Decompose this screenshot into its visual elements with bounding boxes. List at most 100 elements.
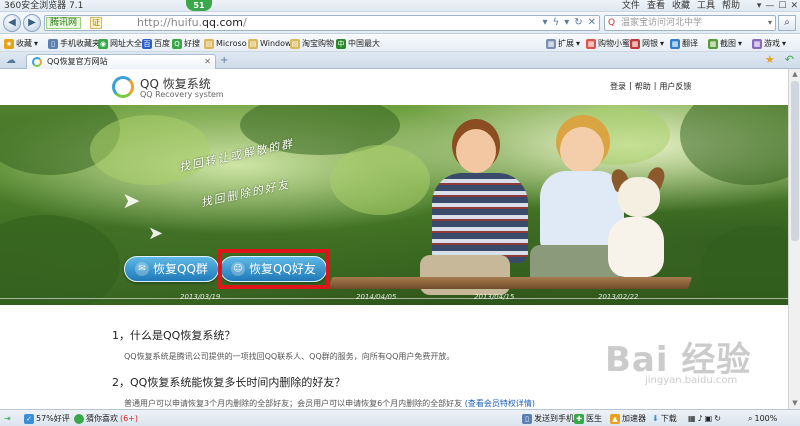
download-label: 下载 [660,414,677,423]
help-link[interactable]: 帮助 [635,81,651,92]
online-banking-button[interactable]: ▦ 网银 ▾ [630,37,664,50]
bench-shape [327,277,693,289]
shopping-assistant-button[interactable]: ▦ 购物小蜜 [586,37,630,50]
history-dropdown-icon[interactable]: ▾ [543,16,548,30]
scroll-up-icon[interactable]: ▲ [789,69,800,80]
search-input[interactable]: 温家宝访问河北中学 [621,16,702,30]
menu-view[interactable]: 查看 [647,0,665,12]
window-buttons: ▾ — ☐ ✕ [757,0,798,12]
download-icon: ⬇ [652,414,659,423]
site-identity-badge[interactable]: 腾讯网 [46,17,82,29]
recover-group-button[interactable]: ✉ 恢复QQ群 [124,256,219,282]
fav-item-china[interactable]: 中中国最大 [336,37,380,50]
cloud-icon[interactable]: ☁ [6,54,16,67]
fav-item-taobao[interactable]: ▤ 淘宝购物 [290,37,334,50]
sidebar-toggle-icon[interactable]: ⇥ [4,412,11,425]
rating-button[interactable]: ✓ 57%好评 [24,412,70,425]
shield-icon: ✚ [574,413,584,424]
menu-favorites[interactable]: 收藏 [672,0,690,12]
tab-bar: ☁ QQ恢复官方网站 ✕ + ★ ↶ [0,52,800,69]
separator: | [653,81,657,90]
menu-help[interactable]: 帮助 [722,0,740,12]
new-tab-icon[interactable]: + [220,54,228,67]
minimize-icon[interactable]: — [765,0,774,12]
folder-icon: ▤ [204,38,214,49]
mode-dropdown-icon[interactable]: ▾ [564,16,569,30]
search-box[interactable]: Q 温家宝访问河北中学 ▾ [604,15,776,31]
fav-item-windows[interactable]: ▤ Window [248,37,292,50]
fav-item-directory[interactable]: ◉ 网址大全 [98,37,142,50]
grid-icon[interactable]: ▦ [688,412,696,425]
arrow-right-icon: ▶ [28,17,36,28]
chevron-down-icon: ▾ [576,39,581,48]
guess-you-like-button[interactable]: 猜你喜欢 (6+) [74,412,138,425]
thumbs-up-icon: ✓ [24,413,34,424]
accelerator-button[interactable]: ▲ 加速器 [610,412,646,425]
close-icon[interactable]: ✕ [790,0,798,12]
maximize-icon[interactable]: ☐ [778,0,786,12]
hero-banner: 找回转让或解散的群 找回删除的好友 ➤ ➤ ✉ 恢复QQ群 ☺ 恢复QQ好友 2… [0,105,788,305]
address-bar[interactable]: 腾讯网 证 http://huifu.qq.com/ ▾ ϟ ▾ ↻ ✕ [44,15,600,31]
fav-label: 淘宝购物 [302,39,334,48]
tab-label: QQ恢复官方网站 [47,57,108,66]
extensions-button[interactable]: ▦ 扩展 ▾ [546,37,580,50]
chevron-down-icon[interactable]: ▾ [768,16,772,30]
qq-recovery-logo-icon[interactable] [112,76,134,98]
url-suffix: / [243,16,247,29]
folder-icon: ▤ [290,38,300,49]
certificate-icon[interactable]: 证 [90,17,102,29]
sound-icon[interactable]: ♪ [698,412,703,425]
send-to-phone-button[interactable]: ▯ 发送到手机 [522,412,574,425]
screenshot-button[interactable]: ▦ 截图 ▾ [708,37,742,50]
web-page: QQ 恢复系统 QQ Recovery system 登录 | 帮助 | 用户反馈 … [0,69,788,409]
star-icon: ★ [4,38,14,49]
site-subtitle: QQ Recovery system [140,90,224,99]
doctor-button[interactable]: ✚ 医生 [574,412,602,425]
favorites-menu[interactable]: ★ 收藏 ▾ [4,37,38,50]
watermark-url: jingyan.baidu.com [645,375,738,386]
vip-privilege-link[interactable]: (查看会员特权详情) [465,399,535,408]
boy-shorts-shape [420,255,510,295]
menu-tools[interactable]: 工具 [697,0,715,12]
doctor-label: 医生 [586,414,602,423]
speed-mode-icon[interactable]: ϟ [553,16,560,30]
refresh-icon[interactable]: ↻ [574,16,582,30]
window-icon[interactable]: ▣ [705,412,713,425]
back-button[interactable]: ◀ [3,14,21,32]
score-badge[interactable]: 51 [186,0,212,11]
navigation-bar: ◀ ▶ 腾讯网 证 http://huifu.qq.com/ ▾ ϟ ▾ ↻ ✕… [0,12,800,34]
stop-icon[interactable]: ✕ [588,16,596,30]
translate-button[interactable]: ▦ 翻译 [670,37,698,50]
search-engine-icon[interactable]: Q [608,17,615,29]
fav-item-baidu[interactable]: 百百度 [142,37,170,50]
globe-icon: ◉ [98,38,108,49]
boy-face-shape [560,127,604,173]
zoom-control[interactable]: ⌕ 100% [748,412,777,425]
rating-label: 57%好评 [36,414,70,423]
undo-arrow-icon[interactable]: ↶ [785,53,794,67]
star-icon[interactable]: ★ [765,53,775,67]
games-button[interactable]: ▦ 游戏 ▾ [752,37,786,50]
fav-item-microsoft[interactable]: ▤ Microso [204,37,247,50]
close-icon[interactable]: ✕ [204,55,211,69]
chevron-down-icon[interactable]: ▾ [757,0,762,12]
scroll-down-icon[interactable]: ▼ [789,398,800,409]
fav-label: Microso [216,39,247,48]
watermark-logo-text: Bai 经验 [605,340,752,380]
forward-button[interactable]: ▶ [23,14,41,32]
fav-item-mobile[interactable]: ▯ 手机收藏夹 [48,37,100,50]
foliage-shape [0,215,120,305]
url-text[interactable]: http://huifu.qq.com/ [137,16,247,30]
feedback-link[interactable]: 用户反馈 [659,81,691,92]
scrollbar-thumb[interactable] [791,81,799,241]
search-button[interactable]: ⌕ [778,15,796,31]
tab-qq-recovery[interactable]: QQ恢复官方网站 ✕ [26,54,216,69]
login-link[interactable]: 登录 [610,81,626,92]
refresh-icon[interactable]: ↻ [714,412,721,425]
china-site-icon: 中 [336,38,346,49]
menu-file[interactable]: 文件 [622,0,640,12]
fav-item-haosou[interactable]: Q 好搜 [172,37,200,50]
download-button[interactable]: ⬇ 下载 [652,412,677,425]
vertical-scrollbar[interactable]: ▲ ▼ [788,69,800,409]
button-label: 恢复QQ群 [153,262,208,276]
